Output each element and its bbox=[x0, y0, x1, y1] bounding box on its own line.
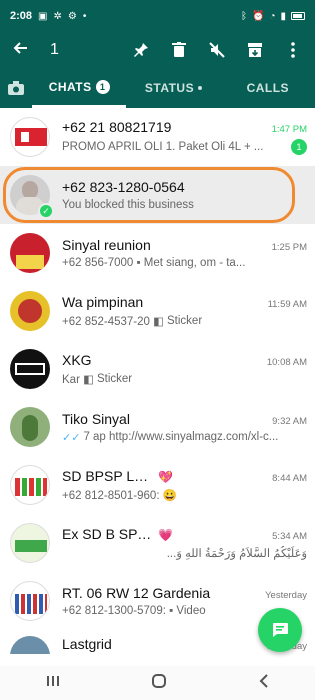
chat-sender: +62 856-7000 bbox=[62, 257, 134, 269]
recent-apps-icon[interactable] bbox=[46, 674, 60, 693]
chat-preview: Met siang, om - ta... bbox=[143, 257, 246, 269]
chat-name: Ex SD B SP Ma ng bbox=[62, 526, 155, 542]
chat-time: 1:25 PM bbox=[271, 242, 307, 253]
chat-row-selected[interactable]: ✓ +62 823-1280-0564 You blocked this bus… bbox=[0, 166, 315, 224]
tab-bar: CHATS 1 STATUS CALLS bbox=[0, 68, 315, 108]
avatar bbox=[10, 581, 50, 621]
chat-name: +62 21 80821719 bbox=[62, 119, 172, 135]
tab-calls[interactable]: CALLS bbox=[221, 68, 315, 108]
battery-icon bbox=[291, 12, 305, 20]
home-icon[interactable] bbox=[151, 673, 167, 694]
chat-row[interactable]: Tiko Sinyal 9:32 AM ✓✓ 7 ap http://www.s… bbox=[0, 398, 315, 456]
avatar bbox=[10, 636, 50, 654]
chat-name: +62 823-1280-0564 bbox=[62, 179, 185, 195]
chat-sender: +62 812-1300-5709: bbox=[62, 605, 166, 617]
video-icon: ▪ bbox=[169, 605, 174, 617]
alarm-icon: ⏰ bbox=[251, 10, 265, 22]
bluetooth-icon: ᛒ bbox=[240, 10, 247, 22]
read-receipt-icon: ✓✓ bbox=[62, 431, 81, 444]
chat-row[interactable]: XKG 10:08 AM Kar ◧ Sticker bbox=[0, 340, 315, 398]
chat-row[interactable]: SD BPSP LAWAS ASLI 💖 8:44 AM +62 812-850… bbox=[0, 456, 315, 514]
chat-time: 5:34 AM bbox=[272, 531, 307, 542]
chat-name: SD BPSP LAWAS ASLI bbox=[62, 468, 156, 484]
status-dot-icon bbox=[198, 86, 203, 90]
heart-icon: 💖 bbox=[158, 470, 174, 484]
pinwheel-icon: ✲ bbox=[53, 10, 62, 22]
delete-icon[interactable] bbox=[169, 40, 189, 60]
system-nav-bar bbox=[0, 666, 315, 700]
avatar bbox=[10, 465, 50, 505]
chat-time: 1:47 PM bbox=[271, 124, 307, 135]
new-chat-button[interactable] bbox=[258, 608, 302, 652]
chat-preview: You blocked this business bbox=[62, 199, 194, 211]
heart-icon: 💗 bbox=[158, 528, 174, 542]
chat-time: 8:44 AM bbox=[272, 473, 307, 484]
avatar bbox=[10, 407, 50, 447]
chat-row[interactable]: Sinyal reunion 1:25 PM +62 856-7000 ▪ Me… bbox=[0, 224, 315, 282]
chat-sender: Kar bbox=[62, 374, 80, 386]
chat-row[interactable]: Ex SD B SP Ma ng 💗 5:34 AM وَعَلَيْكُمُ … bbox=[0, 514, 315, 572]
chat-row[interactable]: +62 21 80821719 1:47 PM PROMO APRIL OLI … bbox=[0, 108, 315, 166]
chat-name: Lastgrid bbox=[62, 636, 112, 652]
chat-sender: +62 852-4537-20 bbox=[62, 316, 150, 328]
status-time: 2:08 bbox=[10, 10, 33, 22]
chat-time: 9:32 AM bbox=[272, 415, 307, 427]
more-options-icon[interactable] bbox=[283, 40, 303, 60]
avatar bbox=[10, 523, 50, 563]
chat-time: 10:08 AM bbox=[266, 357, 307, 368]
unread-badge: 1 bbox=[291, 139, 307, 155]
chat-preview: PROMO APRIL OLI 1. Paket Oli 4L + ... bbox=[62, 141, 264, 153]
chat-time: 11:59 AM bbox=[267, 299, 307, 310]
chat-sender: +62 812-8501-960: bbox=[62, 490, 160, 502]
back-arrow-icon[interactable] bbox=[12, 40, 40, 61]
tab-status[interactable]: STATUS bbox=[126, 68, 220, 108]
chat-name: Tiko Sinyal bbox=[62, 410, 130, 427]
chat-name: RT. 06 RW 12 Gardenia bbox=[62, 585, 211, 601]
notification-icon: ▣ bbox=[38, 10, 48, 22]
wifi-icon: ◔ bbox=[269, 10, 276, 22]
chat-preview: Sticker bbox=[96, 373, 133, 385]
chat-name: Sinyal reunion bbox=[62, 237, 151, 253]
tab-chats[interactable]: CHATS 1 bbox=[32, 68, 127, 108]
chat-preview: 😀 bbox=[162, 490, 178, 502]
selection-action-bar: 1 bbox=[0, 32, 315, 68]
signal-icon: ▮ bbox=[280, 10, 286, 22]
chat-preview: 7 ap http://www.sinyalmagz.com/xl-c... bbox=[83, 431, 279, 443]
chat-list: +62 21 80821719 1:47 PM PROMO APRIL OLI … bbox=[0, 108, 315, 654]
dot-icon: • bbox=[82, 10, 87, 22]
avatar bbox=[10, 117, 50, 157]
video-icon: ▪ bbox=[136, 257, 141, 269]
chat-preview: Sticker bbox=[167, 315, 203, 327]
chat-preview: وَعَلَيْكُمُ السَّلاَمُ وَرَحْمَةُ اللهِ… bbox=[166, 548, 307, 560]
chat-preview: Video bbox=[176, 605, 206, 617]
chat-time: Yesterday bbox=[265, 590, 307, 601]
camera-icon[interactable] bbox=[0, 81, 32, 95]
sticker-icon: ◧ bbox=[153, 316, 165, 328]
chat-icon bbox=[273, 623, 288, 637]
selected-count: 1 bbox=[50, 41, 59, 58]
pin-icon[interactable] bbox=[131, 40, 151, 60]
settings-icon: ⚙ bbox=[67, 10, 77, 22]
avatar bbox=[10, 349, 50, 389]
chats-unread-badge: 1 bbox=[95, 79, 110, 94]
archive-icon[interactable] bbox=[245, 40, 265, 60]
status-bar: 2:08 ▣ ✲ ⚙ • ᛒ ⏰ ◔ ▮ bbox=[0, 0, 315, 32]
sticker-icon: ◧ bbox=[83, 374, 94, 386]
avatar bbox=[10, 233, 50, 273]
avatar bbox=[10, 291, 50, 331]
chat-row[interactable]: Wa pimpinan 11:59 AM +62 852-4537-20 ◧ St… bbox=[0, 282, 315, 340]
chat-name: Wa pimpinan bbox=[62, 294, 144, 310]
back-icon[interactable] bbox=[258, 673, 270, 693]
mute-icon[interactable] bbox=[207, 40, 227, 60]
selected-check-icon: ✓ bbox=[38, 203, 54, 219]
chat-name: XKG bbox=[62, 352, 92, 368]
